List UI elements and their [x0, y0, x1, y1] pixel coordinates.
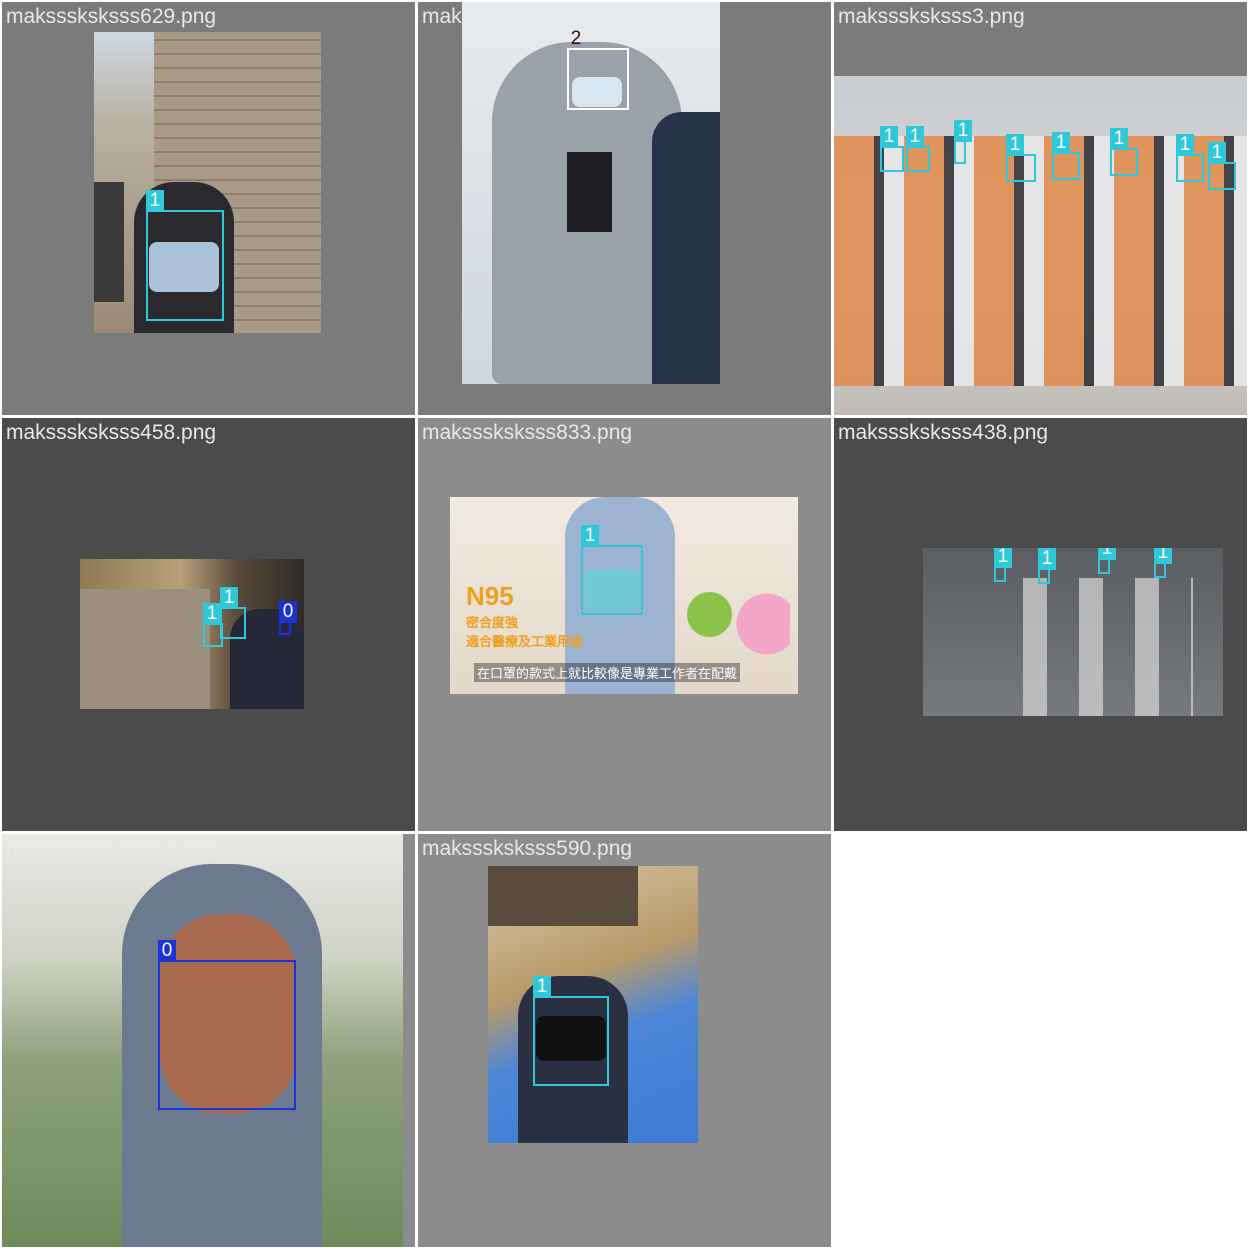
- dark-shirt: [567, 152, 612, 232]
- class-label: 1: [1208, 142, 1226, 164]
- tile-6: maksssksksss438.png 1 1 1 1: [834, 418, 1247, 831]
- class-label: 1: [146, 190, 164, 212]
- window: [94, 182, 124, 302]
- class-label: 1: [533, 976, 551, 998]
- class-label: 1: [1006, 134, 1024, 156]
- class-label: 1: [1154, 548, 1172, 564]
- detection-box: 1: [581, 525, 643, 615]
- overlay-line-1: 密合度強: [466, 615, 519, 630]
- detection-box: 2: [567, 28, 629, 110]
- tile-5: maksssksksss833.png N95 密合度強 適合醫療及工業用途 在…: [418, 418, 831, 831]
- class-label: 2: [570, 28, 582, 49]
- tile-1: maksssksksss629.png 1: [2, 2, 415, 415]
- overlay-heading: N95: [466, 581, 514, 611]
- people-in-white: [1023, 578, 1193, 716]
- class-label: 0: [158, 940, 176, 962]
- detection-box: 1: [1154, 548, 1172, 578]
- class-label: 1: [220, 587, 238, 609]
- detection-box: 1: [1052, 132, 1080, 180]
- photo: 1 1 1 1: [923, 548, 1223, 716]
- class-label: 1: [906, 126, 924, 148]
- tile-filename: maksssksksss458.png: [6, 421, 217, 444]
- detection-box: 1: [1110, 128, 1138, 176]
- class-label: 0: [279, 601, 297, 623]
- tile-filename: maksssksksss309.png: [422, 5, 633, 28]
- class-label: 1: [954, 120, 972, 142]
- tile-filename: maksssksksss438.png: [838, 421, 1049, 444]
- detection-box: 1: [1006, 134, 1036, 182]
- class-label: 1: [1098, 548, 1116, 560]
- plush-toys: [675, 567, 790, 662]
- tile-filename: maksssksksss833.png: [422, 421, 633, 444]
- detection-box: 1: [1038, 548, 1056, 584]
- photo: 2: [462, 2, 720, 384]
- detection-box: 1: [220, 587, 246, 639]
- class-label: 1: [203, 603, 221, 625]
- overlay-line-2: 適合醫療及工業用途: [466, 634, 584, 649]
- detection-box: 0: [158, 940, 296, 1110]
- photo: 1: [94, 32, 321, 333]
- tile-filename: maksssksksss3.png: [838, 5, 1025, 28]
- detection-box: 1: [146, 190, 224, 321]
- tile-8: maksssksksss590.png 1: [418, 834, 831, 1247]
- detection-box: 1: [533, 976, 609, 1086]
- detection-box: 1: [954, 120, 972, 164]
- photo: 0: [2, 834, 403, 1247]
- roof: [488, 866, 638, 926]
- detection-box: 1: [1176, 134, 1204, 182]
- class-label: 1: [1176, 134, 1194, 156]
- detection-box: 0: [279, 601, 297, 635]
- class-label: 1: [1052, 132, 1070, 154]
- detection-box: 1: [1098, 548, 1116, 574]
- overlay-subtitle: 在口罩的款式上就比較像是專業工作者在配戴: [474, 663, 741, 682]
- detection-box: 1: [1208, 142, 1236, 190]
- class-label: 1: [994, 548, 1012, 568]
- class-label: 1: [1110, 128, 1128, 150]
- photo: 1 1 0: [80, 559, 304, 709]
- photo: 1: [488, 866, 698, 1143]
- class-label: 1: [581, 525, 599, 547]
- tile-filename: maksssksksss629.png: [6, 5, 217, 28]
- subway-train: [80, 589, 210, 709]
- class-label: 1: [1038, 548, 1056, 570]
- photo: 1 1 1 1 1 1 1 1: [834, 76, 1247, 415]
- second-person: [652, 112, 720, 384]
- tile-7: 0 maksssksksss561.png: [2, 834, 415, 1247]
- photo: N95 密合度強 適合醫療及工業用途 在口罩的款式上就比較像是專業工作者在配戴 …: [450, 497, 798, 694]
- detection-box: 1: [880, 126, 904, 172]
- detection-box: 1: [906, 126, 930, 172]
- tile-4: maksssksksss458.png 1 1 0: [2, 418, 415, 831]
- tile-filename: maksssksksss561.png: [6, 837, 217, 860]
- detection-box: 1: [994, 548, 1012, 582]
- tile-filename: maksssksksss590.png: [422, 837, 633, 860]
- tile-2: maksssksksss309.png 2: [418, 2, 831, 415]
- class-label: 1: [880, 126, 898, 148]
- tile-3: maksssksksss3.png 1 1 1 1 1 1 1 1: [834, 2, 1247, 415]
